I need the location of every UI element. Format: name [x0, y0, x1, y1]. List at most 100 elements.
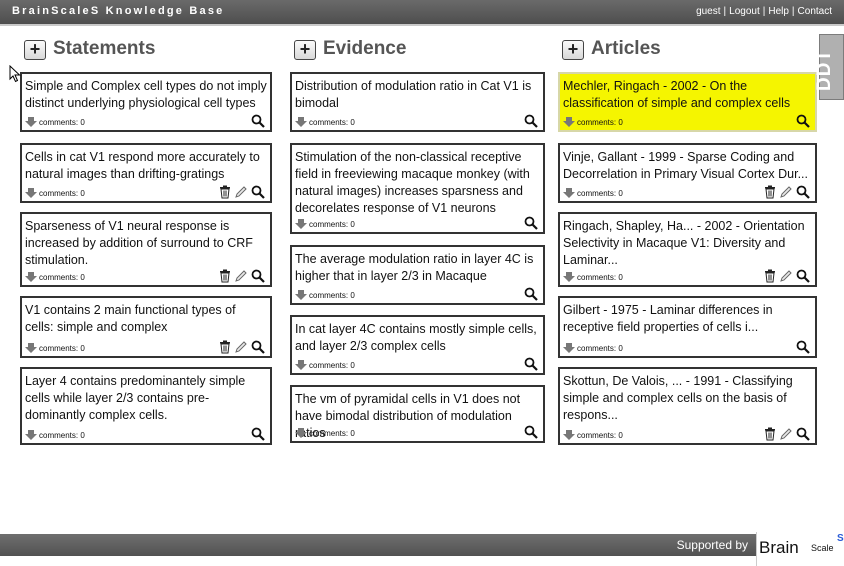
magnifier-icon[interactable]	[251, 269, 265, 283]
magnifier-icon[interactable]	[524, 357, 538, 371]
trash-icon[interactable]	[219, 340, 231, 354]
pencil-icon[interactable]	[234, 269, 248, 283]
magnifier-icon[interactable]	[524, 425, 538, 439]
trash-icon[interactable]	[219, 185, 231, 199]
evidence-card[interactable]: The average modulation ratio in layer 4C…	[290, 245, 545, 305]
statements-card[interactable]: Layer 4 contains predominantely simple c…	[20, 367, 272, 445]
card-actions	[796, 340, 810, 354]
arrow-down-icon[interactable]	[563, 430, 575, 440]
arrow-down-icon[interactable]	[295, 117, 307, 127]
card-text[interactable]: Mechler, Ringach - 2002 - On the classif…	[563, 78, 812, 112]
pencil-icon[interactable]	[779, 269, 793, 283]
magnifier-icon[interactable]	[251, 427, 265, 441]
card-text[interactable]: Ringach, Shapley, Ha... - 2002 - Orienta…	[563, 218, 812, 269]
card-actions	[764, 185, 810, 199]
trash-icon[interactable]	[219, 269, 231, 283]
ddt-side-tab[interactable]: DDT	[814, 34, 844, 100]
card-comments[interactable]: comments: 0	[295, 290, 355, 300]
card-comments[interactable]: comments: 0	[25, 188, 85, 198]
magnifier-icon[interactable]	[796, 114, 810, 128]
arrow-down-icon[interactable]	[563, 117, 575, 127]
card-text[interactable]: V1 contains 2 main functional types of c…	[25, 302, 267, 336]
articles-card[interactable]: Ringach, Shapley, Ha... - 2002 - Orienta…	[558, 212, 817, 287]
evidence-card[interactable]: Distribution of modulation ratio in Cat …	[290, 72, 545, 132]
arrow-down-icon[interactable]	[25, 272, 37, 282]
articles-card[interactable]: Vinje, Gallant - 1999 - Sparse Coding an…	[558, 143, 817, 203]
card-text[interactable]: Layer 4 contains predominantely simple c…	[25, 373, 267, 424]
add-statements-button[interactable]: +	[24, 40, 46, 60]
card-comments[interactable]: comments: 0	[295, 117, 355, 127]
trash-icon[interactable]	[764, 185, 776, 199]
pencil-icon[interactable]	[234, 340, 248, 354]
card-comments[interactable]: comments: 0	[563, 272, 623, 282]
card-text[interactable]: Simple and Complex cell types do not imp…	[25, 78, 267, 112]
card-comments[interactable]: comments: 0	[25, 430, 85, 440]
card-comments[interactable]: comments: 0	[295, 219, 355, 229]
pencil-icon[interactable]	[234, 185, 248, 199]
card-text[interactable]: Cells in cat V1 respond more accurately …	[25, 149, 267, 183]
trash-icon[interactable]	[764, 269, 776, 283]
card-text[interactable]: Distribution of modulation ratio in Cat …	[295, 78, 540, 112]
comments-count: comments: 0	[309, 219, 355, 229]
statements-card[interactable]: Simple and Complex cell types do not imp…	[20, 72, 272, 132]
statements-card[interactable]: Sparseness of V1 neural response is incr…	[20, 212, 272, 287]
magnifier-icon[interactable]	[524, 114, 538, 128]
statements-card[interactable]: V1 contains 2 main functional types of c…	[20, 296, 272, 358]
card-text[interactable]: Sparseness of V1 neural response is incr…	[25, 218, 267, 269]
arrow-down-icon[interactable]	[25, 188, 37, 198]
card-comments[interactable]: comments: 0	[563, 117, 623, 127]
articles-card[interactable]: Gilbert - 1975 - Laminar differences in …	[558, 296, 817, 358]
arrow-down-icon[interactable]	[25, 430, 37, 440]
card-text[interactable]: Gilbert - 1975 - Laminar differences in …	[563, 302, 812, 336]
card-comments[interactable]: comments: 0	[563, 188, 623, 198]
arrow-down-icon[interactable]	[295, 219, 307, 229]
magnifier-icon[interactable]	[796, 269, 810, 283]
arrow-down-icon[interactable]	[25, 117, 37, 127]
card-text[interactable]: Skottun, De Valois, ... - 1991 - Classif…	[563, 373, 812, 424]
arrow-down-icon[interactable]	[563, 188, 575, 198]
contact-link[interactable]: Contact	[798, 6, 832, 17]
card-comments[interactable]: comments: 0	[295, 428, 355, 438]
evidence-card[interactable]: In cat layer 4C contains mostly simple c…	[290, 315, 545, 375]
magnifier-icon[interactable]	[796, 185, 810, 199]
user-link[interactable]: guest	[696, 6, 720, 17]
arrow-down-icon[interactable]	[295, 428, 307, 438]
comments-count: comments: 0	[309, 428, 355, 438]
pencil-icon[interactable]	[779, 427, 793, 441]
card-comments[interactable]: comments: 0	[563, 430, 623, 440]
help-link[interactable]: Help	[768, 6, 789, 17]
magnifier-icon[interactable]	[251, 185, 265, 199]
articles-card[interactable]: Skottun, De Valois, ... - 1991 - Classif…	[558, 367, 817, 445]
card-text[interactable]: Vinje, Gallant - 1999 - Sparse Coding an…	[563, 149, 812, 183]
magnifier-icon[interactable]	[796, 340, 810, 354]
add-evidence-button[interactable]: +	[294, 40, 316, 60]
trash-icon[interactable]	[764, 427, 776, 441]
arrow-down-icon[interactable]	[295, 360, 307, 370]
articles-card[interactable]: Mechler, Ringach - 2002 - On the classif…	[558, 72, 817, 132]
card-comments[interactable]: comments: 0	[25, 272, 85, 282]
card-comments[interactable]: comments: 0	[295, 360, 355, 370]
card-comments[interactable]: comments: 0	[563, 343, 623, 353]
magnifier-icon[interactable]	[251, 340, 265, 354]
arrow-down-icon[interactable]	[295, 290, 307, 300]
card-comments[interactable]: comments: 0	[25, 117, 85, 127]
card-comments[interactable]: comments: 0	[25, 343, 85, 353]
card-text[interactable]: In cat layer 4C contains mostly simple c…	[295, 321, 540, 355]
card-text[interactable]: Stimulation of the non-classical recepti…	[295, 149, 540, 217]
arrow-down-icon[interactable]	[563, 272, 575, 282]
statements-card[interactable]: Cells in cat V1 respond more accurately …	[20, 143, 272, 203]
card-actions	[764, 269, 810, 283]
magnifier-icon[interactable]	[524, 287, 538, 301]
magnifier-icon[interactable]	[524, 216, 538, 230]
logout-link[interactable]: Logout	[729, 6, 760, 17]
arrow-down-icon[interactable]	[25, 343, 37, 353]
card-text[interactable]: The average modulation ratio in layer 4C…	[295, 251, 540, 285]
pencil-icon[interactable]	[779, 185, 793, 199]
evidence-card[interactable]: The vm of pyramidal cells in V1 does not…	[290, 385, 545, 443]
magnifier-icon[interactable]	[796, 427, 810, 441]
evidence-card[interactable]: Stimulation of the non-classical recepti…	[290, 143, 545, 234]
add-articles-button[interactable]: +	[562, 40, 584, 60]
magnifier-icon[interactable]	[251, 114, 265, 128]
comments-count: comments: 0	[39, 343, 85, 353]
arrow-down-icon[interactable]	[563, 343, 575, 353]
